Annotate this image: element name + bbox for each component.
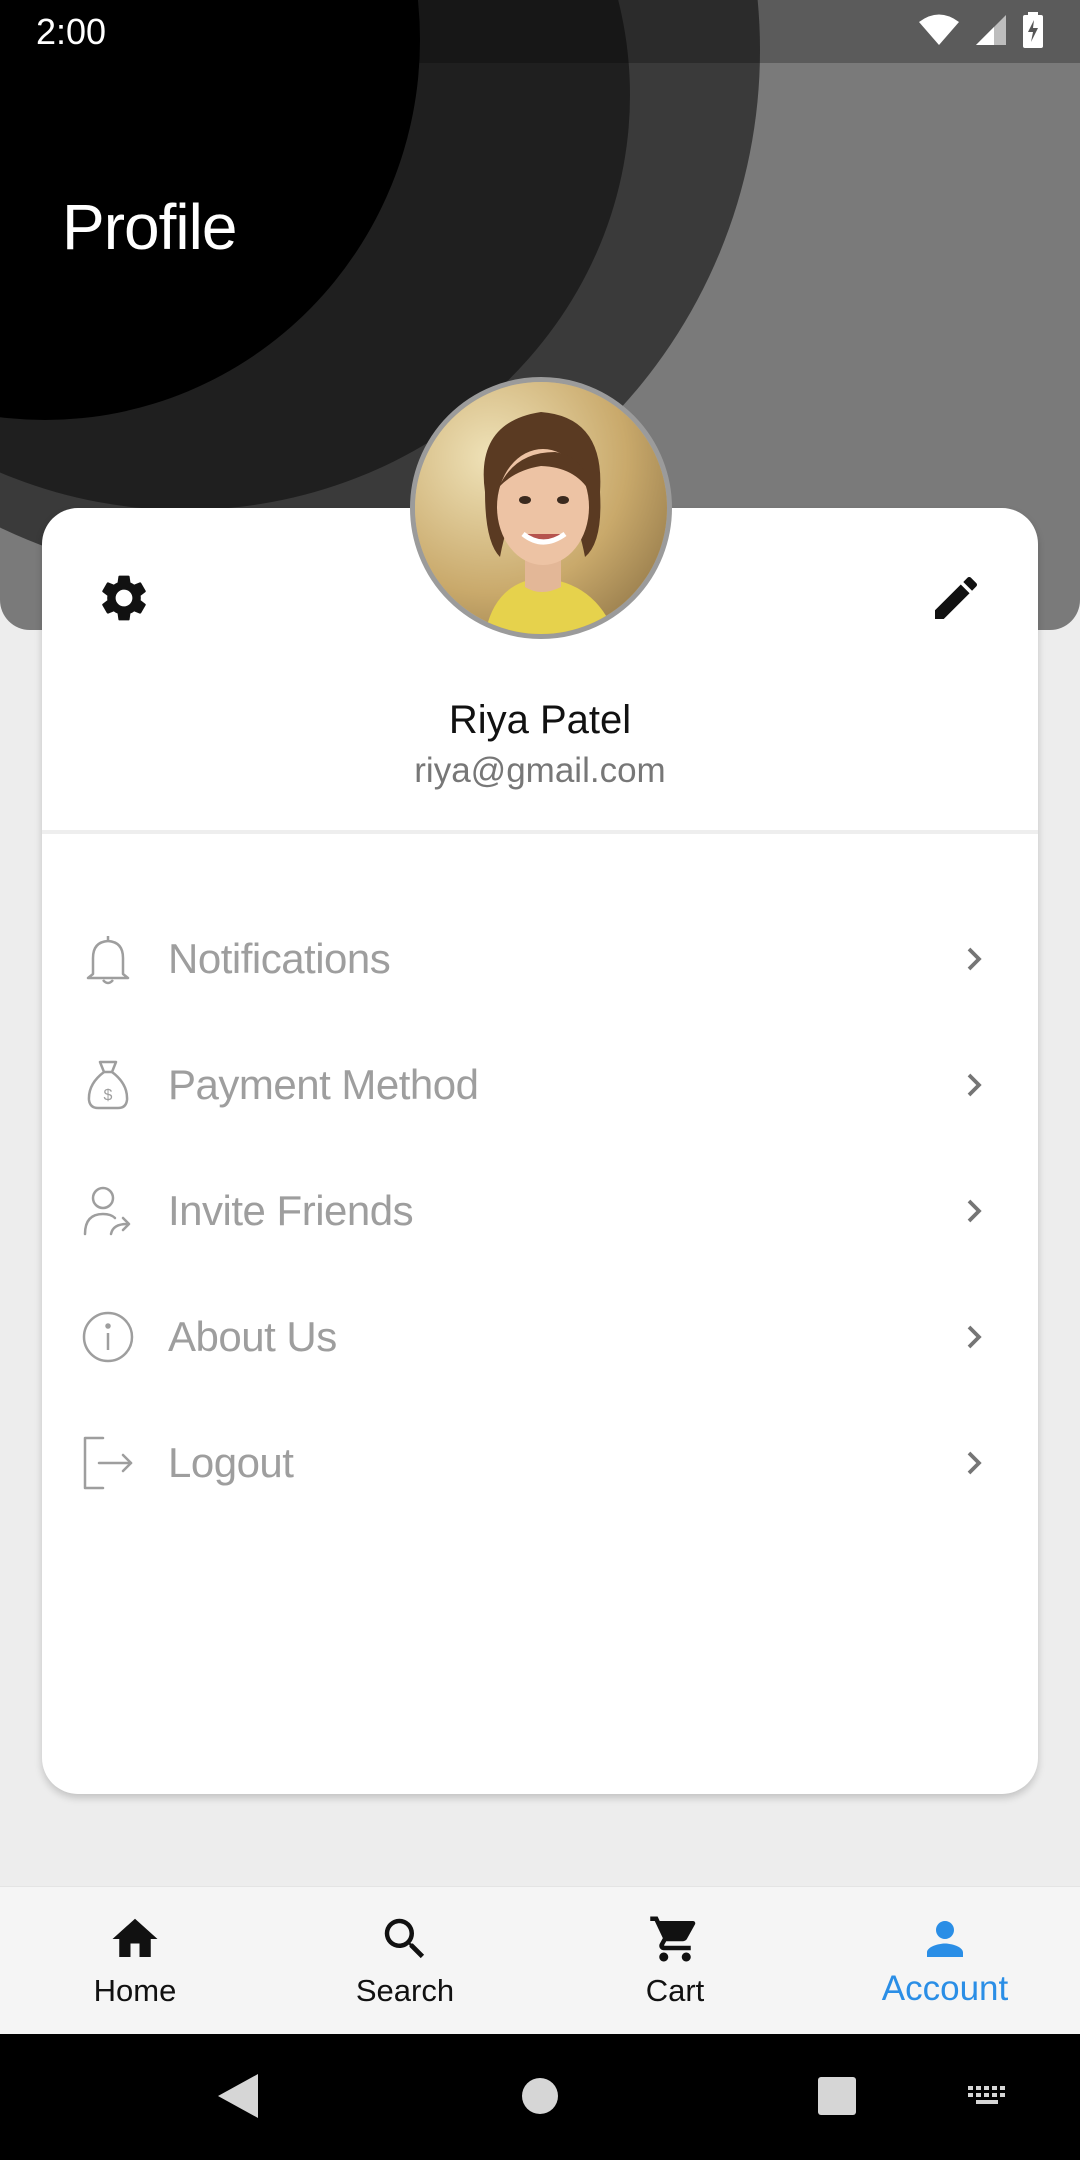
nav-label-account: Account [881, 1969, 1009, 2008]
edit-profile-button[interactable] [926, 568, 986, 628]
nav-item-search[interactable]: Search [270, 1887, 540, 2034]
battery-icon [1023, 12, 1043, 48]
avatar-photo [415, 382, 667, 634]
menu-label-about-us: About Us [168, 1313, 337, 1360]
bell-icon [80, 931, 136, 987]
back-button[interactable] [214, 2072, 260, 2120]
menu-label-payment-method: Payment Method [168, 1061, 479, 1108]
menu-item-payment-method[interactable]: $ Payment Method [42, 1022, 1038, 1148]
menu-item-notifications[interactable]: Notifications [42, 896, 1038, 1022]
nav-label-search: Search [355, 1973, 455, 2008]
bottom-navigation: Home Search Cart Account [0, 1886, 1080, 2034]
menu-item-invite-friends[interactable]: Invite Friends [42, 1148, 1038, 1274]
keyboard-icon [968, 2086, 1005, 2104]
money-bag-icon: $ [80, 1057, 136, 1113]
chevron-right-icon [954, 939, 994, 979]
home-icon [107, 1911, 163, 1967]
nav-item-home[interactable]: Home [0, 1887, 270, 2034]
cart-icon [647, 1911, 703, 1967]
chevron-right-icon [954, 1443, 994, 1483]
account-icon [917, 1911, 973, 1967]
menu-item-about-us[interactable]: About Us [42, 1274, 1038, 1400]
nav-label-home: Home [93, 1973, 177, 2008]
nav-label-cart: Cart [645, 1973, 705, 2008]
status-bar: 2:00 [0, 0, 1080, 63]
svg-text:$: $ [104, 1087, 113, 1104]
gear-icon [102, 575, 146, 621]
back-triangle-icon [218, 2074, 258, 2118]
menu-label-invite-friends: Invite Friends [168, 1187, 414, 1234]
user-name: Riya Patel [448, 698, 632, 742]
home-circle-icon [522, 2078, 558, 2114]
recents-square-icon [818, 2077, 856, 2115]
logout-icon [80, 1435, 136, 1491]
home-system-button[interactable] [520, 2072, 560, 2120]
page-title: Profile [62, 191, 237, 263]
pencil-icon [935, 576, 978, 619]
cell-signal-icon [976, 15, 1006, 45]
info-icon [80, 1309, 136, 1365]
status-icons [918, 12, 1044, 48]
profile-card: Riya Patel riya@gmail.com Notifications … [42, 508, 1038, 1794]
search-icon [377, 1911, 433, 1967]
profile-menu: Notifications $ Payment Method Invite Fr… [42, 896, 1038, 1526]
keyboard-switch-button[interactable] [966, 2072, 1010, 2120]
chevron-right-icon [954, 1191, 994, 1231]
status-time: 2:00 [36, 11, 107, 52]
menu-label-logout: Logout [168, 1439, 294, 1486]
settings-button[interactable] [94, 568, 154, 628]
chevron-right-icon [954, 1065, 994, 1105]
chevron-right-icon [954, 1317, 994, 1357]
system-navigation-bar [0, 2034, 1080, 2160]
nav-item-account[interactable]: Account [810, 1887, 1080, 2034]
menu-item-logout[interactable]: Logout [42, 1400, 1038, 1526]
avatar[interactable] [410, 377, 672, 639]
divider [42, 830, 1038, 834]
wifi-icon [919, 14, 959, 45]
user-email: riya@gmail.com [414, 751, 666, 790]
nav-item-cart[interactable]: Cart [540, 1887, 810, 2034]
invite-user-icon [80, 1183, 136, 1239]
menu-label-notifications: Notifications [168, 935, 391, 982]
recents-button[interactable] [816, 2072, 858, 2120]
